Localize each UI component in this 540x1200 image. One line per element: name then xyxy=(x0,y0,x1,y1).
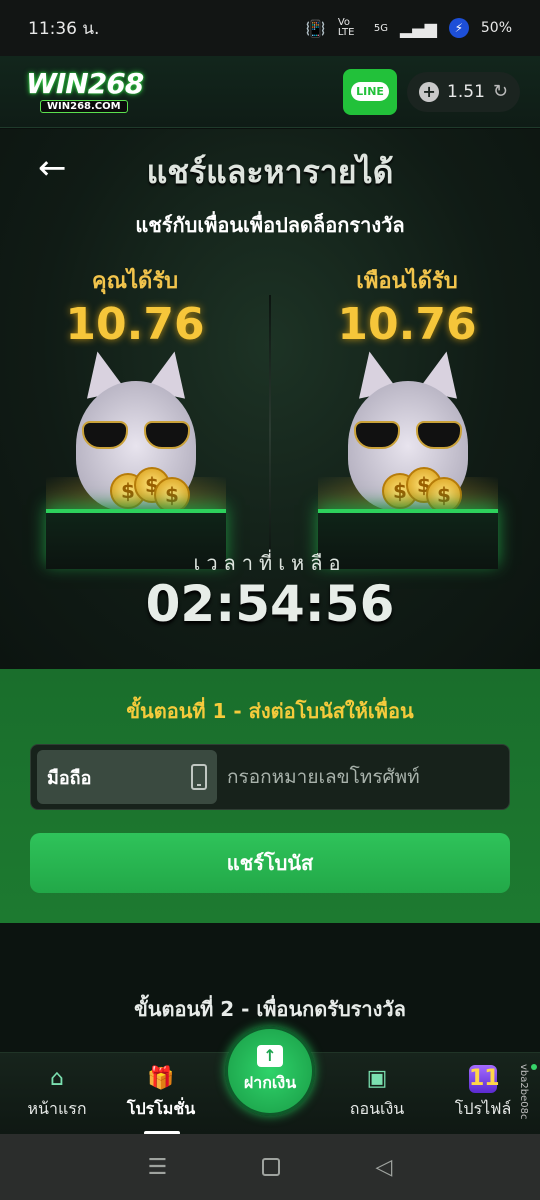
divider xyxy=(269,295,271,565)
nav-withdraw[interactable]: ▣ ถอนเงิน xyxy=(332,1065,422,1122)
vibrate-icon: 📳 xyxy=(305,18,326,38)
deposit-button[interactable]: ↑ ฝากเงิน xyxy=(225,1026,315,1116)
step2-title: ขั้นตอนที่ 2 - เพื่อนกดรับรางวัล xyxy=(134,997,406,1021)
wallet-icon: ▣ xyxy=(366,1066,388,1091)
friend-gets-column: เพือนได้รับ 10.76 xyxy=(292,263,522,350)
nav-withdraw-label: ถอนเงิน xyxy=(349,1099,405,1118)
system-nav-bar: ☰ ◁ xyxy=(0,1134,540,1200)
coins-icon: $ $ $ xyxy=(382,467,462,513)
battery-saver-icon: ⚡ xyxy=(448,18,469,38)
phone-field: มือถือ xyxy=(30,744,510,810)
nav-promotions[interactable]: 🎁 โปรโมชั่น xyxy=(116,1065,206,1122)
refresh-icon[interactable]: ↻ xyxy=(493,81,508,102)
cat-with-coins-illustration: $ $ $ xyxy=(318,347,498,519)
nav-home[interactable]: ⌂ หน้าแรก xyxy=(12,1065,102,1122)
coins-icon: $ $ $ xyxy=(110,467,190,513)
home-icon: ⌂ xyxy=(50,1066,64,1091)
logo[interactable]: WIN268 WIN268.COM xyxy=(26,70,343,113)
you-get-label: คุณได้รับ xyxy=(91,269,179,294)
status-dot xyxy=(531,1064,537,1070)
gift-icon: 🎁 xyxy=(147,1066,175,1091)
deposit-icon: ↑ xyxy=(257,1045,283,1067)
recent-apps-icon[interactable]: ☰ xyxy=(148,1155,168,1180)
friend-gets-label: เพือนได้รับ xyxy=(356,269,458,294)
page-subtitle: แชร์กับเพื่อนเพื่อปลดล็อกรางวัล xyxy=(135,213,405,237)
home-square-icon[interactable] xyxy=(262,1158,281,1176)
side-tag-text: vba2be08c xyxy=(518,1064,529,1120)
countdown-timer: 02:54:56 xyxy=(145,575,395,633)
phone-prefix-label: มือถือ xyxy=(47,767,92,789)
status-time: 11:36 น. xyxy=(28,18,100,39)
volte-label: Vo LTE xyxy=(337,17,355,38)
nav-profile[interactable]: 11 โปรไฟล์ xyxy=(438,1065,528,1122)
side-tag: vba2be08c xyxy=(518,1064,540,1128)
level-badge-icon: 11 xyxy=(469,1065,500,1093)
status-bar: 11:36 น. 📳 Vo LTE 5G ▂▄▆ ⚡ 50% xyxy=(0,0,540,56)
logo-main: WIN268 xyxy=(26,67,144,100)
line-label: LINE xyxy=(351,82,389,101)
you-get-value: 10.76 xyxy=(65,299,205,350)
share-hero: ← แชร์และหารายได้ แชร์กับเพื่อนเพื่อปลดล… xyxy=(0,129,540,669)
mobile-phone-icon xyxy=(191,764,207,790)
phone-prefix[interactable]: มือถือ xyxy=(37,750,217,804)
nav-home-label: หน้าแรก xyxy=(27,1099,87,1118)
app-header: WIN268 WIN268.COM LINE + 1.51 ↻ xyxy=(0,56,540,128)
balance-value: 1.51 xyxy=(447,81,485,102)
balance-pill[interactable]: + 1.51 ↻ xyxy=(407,71,520,112)
nav-profile-label: โปรไฟล์ xyxy=(454,1099,512,1118)
signal-bars-icon: ▂▄▆ xyxy=(399,18,437,38)
share-bonus-button[interactable]: แชร์โบนัส xyxy=(30,833,510,893)
status-icons: 📳 Vo LTE 5G ▂▄▆ ⚡ 50% xyxy=(306,18,512,38)
logo-sub: WIN268.COM xyxy=(40,100,128,113)
step1-section: ขั้นตอนที่ 1 - ส่งต่อโบนัสให้เพื่อน มือถ… xyxy=(0,669,540,923)
page-title: แชร์และหารายได้ xyxy=(146,153,394,191)
step1-title: ขั้นตอนที่ 1 - ส่งต่อโบนัสให้เพื่อน xyxy=(126,699,414,723)
friend-gets-value: 10.76 xyxy=(337,299,477,350)
battery-percent: 50% xyxy=(480,20,512,36)
cat-with-coins-illustration: $ $ $ xyxy=(46,347,226,519)
phone-number-input[interactable] xyxy=(227,750,503,804)
deposit-label: ฝากเงิน xyxy=(243,1073,297,1092)
line-button[interactable]: LINE xyxy=(343,68,398,115)
you-get-column: คุณได้รับ 10.76 xyxy=(20,263,250,350)
nav-promotions-label: โปรโมชั่น xyxy=(126,1099,196,1118)
back-triangle-icon[interactable]: ◁ xyxy=(376,1155,393,1180)
signal-label: 5G xyxy=(373,22,388,34)
add-funds-icon[interactable]: + xyxy=(419,81,440,102)
